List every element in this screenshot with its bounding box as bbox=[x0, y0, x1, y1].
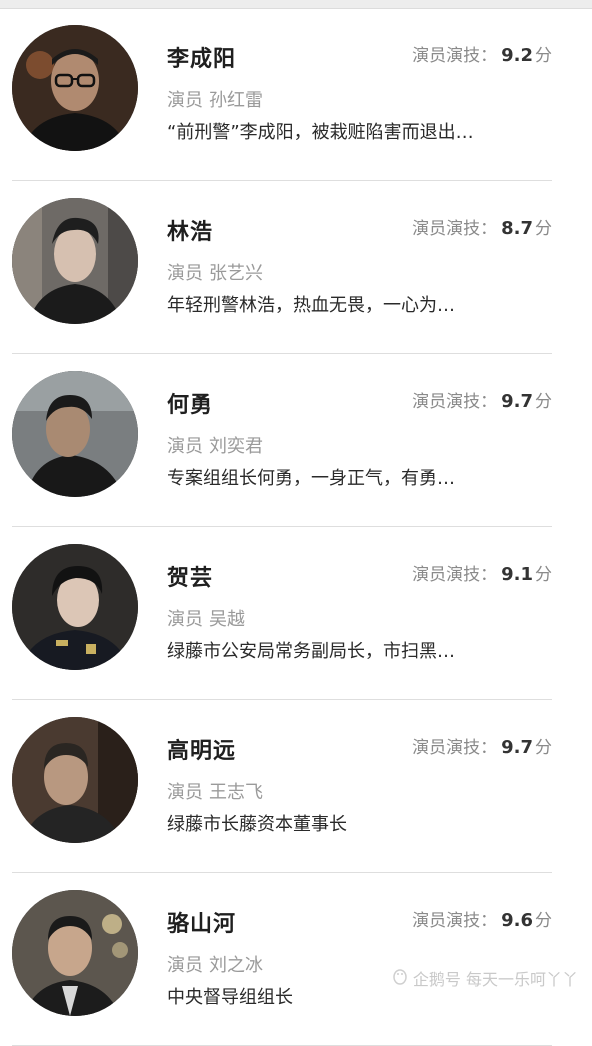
rating-score: 9.1 bbox=[501, 564, 533, 585]
actor-name[interactable]: 刘奕君 bbox=[209, 436, 263, 457]
rating-score: 9.7 bbox=[501, 737, 533, 758]
character-name: 林浩 bbox=[167, 214, 213, 246]
avatar bbox=[12, 717, 138, 843]
actor-label: 演员 bbox=[167, 955, 203, 976]
penguin-icon bbox=[391, 967, 409, 989]
actor-line: 演员孙红雷 bbox=[167, 86, 263, 112]
rating-label: 演员演技： bbox=[412, 46, 497, 66]
rating-score: 9.2 bbox=[501, 45, 533, 66]
character-description: 专案组组长何勇，一身正气，有勇… bbox=[167, 464, 552, 490]
actor-label: 演员 bbox=[167, 263, 203, 284]
rating-label: 演员演技： bbox=[412, 219, 497, 239]
character-description: 年轻刑警林浩，热血无畏，一心为… bbox=[167, 291, 552, 317]
actor-name[interactable]: 张艺兴 bbox=[209, 263, 263, 284]
avatar bbox=[12, 25, 138, 151]
character-name: 何勇 bbox=[167, 387, 213, 419]
list-item[interactable]: 高明远 演员演技：9.7分 演员王志飞 绿藤市长藤资本董事长 bbox=[12, 700, 552, 873]
character-description: “前刑警”李成阳，被栽赃陷害而退出… bbox=[167, 118, 552, 144]
actor-label: 演员 bbox=[167, 436, 203, 457]
watermark-text: 企鹅号 每天一乐呵丫丫 bbox=[413, 966, 578, 990]
rating-label: 演员演技： bbox=[412, 392, 497, 412]
rating-score: 9.7 bbox=[501, 391, 533, 412]
character-name: 李成阳 bbox=[167, 41, 236, 73]
acting-rating: 演员演技：8.7分 bbox=[412, 214, 552, 239]
actor-line: 演员吴越 bbox=[167, 605, 245, 631]
rating-score: 9.6 bbox=[501, 910, 533, 931]
character-name: 高明远 bbox=[167, 733, 236, 765]
character-name: 贺芸 bbox=[167, 560, 213, 592]
acting-rating: 演员演技：9.1分 bbox=[412, 560, 552, 585]
actor-line: 演员王志飞 bbox=[167, 778, 263, 804]
actor-label: 演员 bbox=[167, 90, 203, 111]
acting-rating: 演员演技：9.7分 bbox=[412, 733, 552, 758]
actor-line: 演员刘奕君 bbox=[167, 432, 263, 458]
acting-rating: 演员演技：9.2分 bbox=[412, 41, 552, 66]
rating-unit: 分 bbox=[535, 46, 552, 66]
rating-label: 演员演技： bbox=[412, 565, 497, 585]
actor-label: 演员 bbox=[167, 782, 203, 803]
acting-rating: 演员演技：9.7分 bbox=[412, 387, 552, 412]
rating-unit: 分 bbox=[535, 911, 552, 931]
rating-score: 8.7 bbox=[501, 218, 533, 239]
acting-rating: 演员演技：9.6分 bbox=[412, 906, 552, 931]
character-name: 骆山河 bbox=[167, 906, 236, 938]
list-item[interactable]: 贺芸 演员演技：9.1分 演员吴越 绿藤市公安局常务副局长，市扫黑… bbox=[12, 527, 552, 700]
avatar bbox=[12, 890, 138, 1016]
actor-name[interactable]: 孙红雷 bbox=[209, 90, 263, 111]
rating-label: 演员演技： bbox=[412, 738, 497, 758]
watermark: 企鹅号 每天一乐呵丫丫 bbox=[391, 966, 578, 990]
character-list: 李成阳 演员演技：9.2分 演员孙红雷 “前刑警”李成阳，被栽赃陷害而退出… 林… bbox=[0, 8, 592, 1046]
rating-unit: 分 bbox=[535, 392, 552, 412]
actor-line: 演员张艺兴 bbox=[167, 259, 263, 285]
actor-name[interactable]: 吴越 bbox=[209, 609, 245, 630]
list-item[interactable]: 何勇 演员演技：9.7分 演员刘奕君 专案组组长何勇，一身正气，有勇… bbox=[12, 354, 552, 527]
actor-line: 演员刘之冰 bbox=[167, 951, 263, 977]
actor-name[interactable]: 刘之冰 bbox=[209, 955, 263, 976]
rating-label: 演员演技： bbox=[412, 911, 497, 931]
actor-name[interactable]: 王志飞 bbox=[209, 782, 263, 803]
rating-unit: 分 bbox=[535, 738, 552, 758]
list-item[interactable]: 李成阳 演员演技：9.2分 演员孙红雷 “前刑警”李成阳，被栽赃陷害而退出… bbox=[12, 8, 552, 181]
rating-unit: 分 bbox=[535, 565, 552, 585]
avatar bbox=[12, 544, 138, 670]
rating-unit: 分 bbox=[535, 219, 552, 239]
list-item[interactable]: 骆山河 演员演技：9.6分 演员刘之冰 中央督导组组长 bbox=[12, 873, 552, 1046]
list-item[interactable]: 林浩 演员演技：8.7分 演员张艺兴 年轻刑警林浩，热血无畏，一心为… bbox=[12, 181, 552, 354]
actor-label: 演员 bbox=[167, 609, 203, 630]
character-description: 绿藤市长藤资本董事长 bbox=[167, 810, 552, 836]
avatar bbox=[12, 198, 138, 324]
character-description: 绿藤市公安局常务副局长，市扫黑… bbox=[167, 637, 552, 663]
avatar bbox=[12, 371, 138, 497]
